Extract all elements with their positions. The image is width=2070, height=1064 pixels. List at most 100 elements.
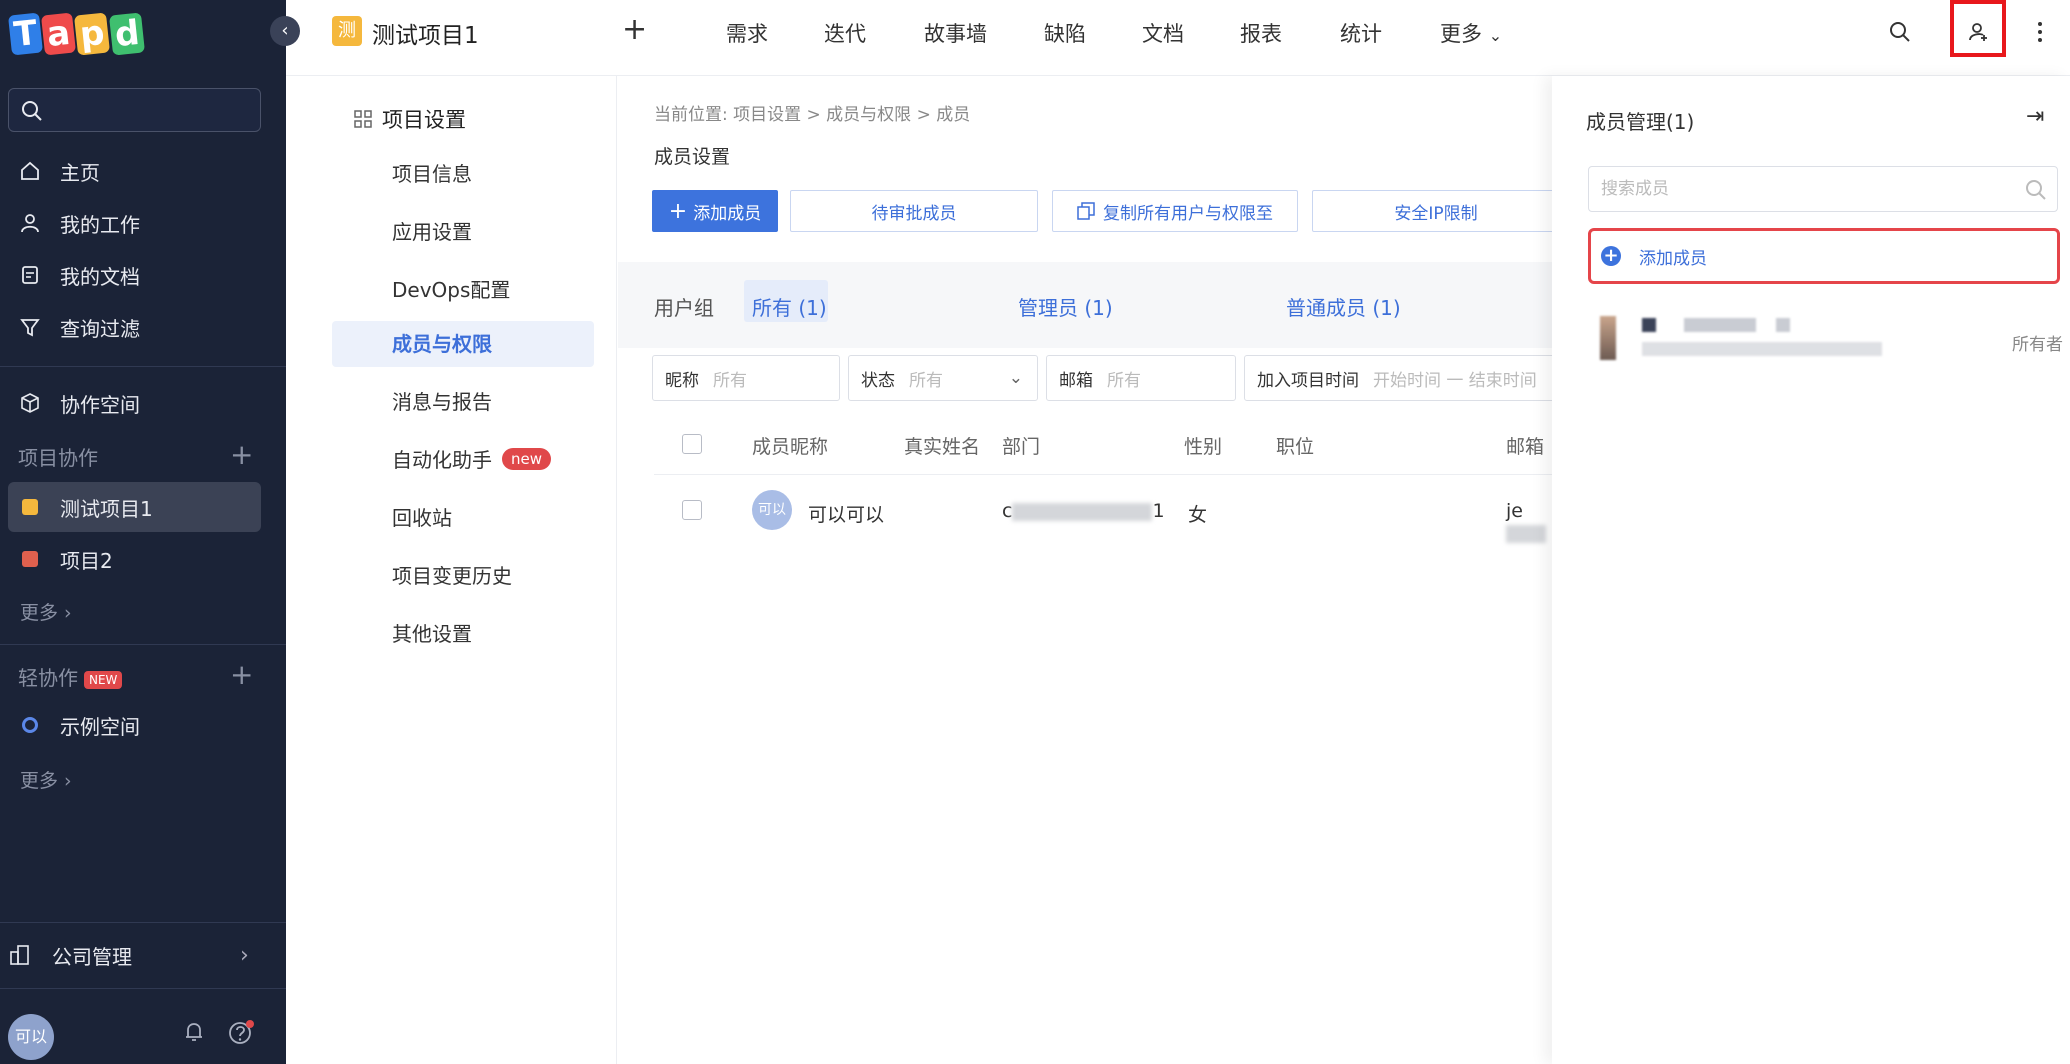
company-management[interactable]: 公司管理 › [0, 930, 286, 980]
member-department: c1 [1002, 500, 1165, 522]
column-gender[interactable]: 性别 [1184, 432, 1222, 459]
tab-all[interactable]: 所有 (1) [752, 292, 827, 321]
tapd-logo[interactable]: T a p d [7, 10, 145, 58]
top-bar: 测 测试项目1 + 需求 迭代 故事墙 缺陷 文档 报表 统计 更多 ⌄ [286, 0, 2070, 76]
menu-item-project-info[interactable]: 项目信息 [332, 151, 594, 197]
pending-members-button[interactable]: 待审批成员 [790, 190, 1038, 232]
tab-normal-members[interactable]: 普通成员 (1) [1286, 292, 1401, 321]
logo-letter-p: p [74, 12, 111, 56]
search-icon[interactable] [1886, 18, 1914, 46]
copy-icon [1077, 202, 1095, 220]
tab-admin[interactable]: 管理员 (1) [1018, 292, 1113, 321]
menu-item-devops[interactable]: DevOps配置 [332, 267, 594, 313]
chevron-down-icon: ⌄ [1008, 368, 1023, 388]
sidebar-search-input[interactable] [8, 88, 261, 132]
sidebar-item-my-docs[interactable]: 我的文档 [0, 250, 286, 300]
user-group-label: 用户组 [654, 296, 714, 320]
sidebar-item-label: 查询过滤 [60, 316, 140, 341]
ip-limit-button[interactable]: 安全IP限制 [1312, 190, 1552, 232]
chevron-down-icon: ⌄ [1488, 26, 1503, 45]
search-icon [22, 101, 42, 121]
column-email[interactable]: 邮箱 [1506, 432, 1544, 459]
add-member-button[interactable]: + 添加成员 [652, 190, 778, 232]
projects-more-link[interactable]: 更多 › [20, 598, 72, 625]
member-nickname: 可以可以 [808, 504, 885, 526]
nickname-filter[interactable]: 昵称 所有 [652, 355, 840, 401]
blurred-name [1642, 318, 1656, 332]
row-checkbox[interactable] [682, 500, 702, 520]
collapse-right-icon[interactable]: ⇥ [2026, 104, 2044, 129]
nav-docs[interactable]: 文档 [1142, 18, 1184, 48]
member-role-select[interactable]: 所有者 ⌄ [2012, 330, 2070, 355]
light-more-link[interactable]: 更多 › [20, 766, 72, 793]
menu-item-recycle-bin[interactable]: 回收站 [332, 495, 594, 541]
menu-item-messages-reports[interactable]: 消息与报告 [332, 379, 594, 425]
sidebar-divider [0, 644, 286, 645]
status-filter[interactable]: 状态 所有 ⌄ [848, 355, 1038, 401]
breadcrumb: 当前位置: 项目设置 > 成员与权限 > 成员 [654, 105, 971, 125]
copy-permissions-button[interactable]: 复制所有用户与权限至 [1052, 190, 1298, 232]
nav-story-wall[interactable]: 故事墙 [924, 18, 987, 48]
sidebar-item-label: 协作空间 [60, 392, 140, 417]
nav-iterations[interactable]: 迭代 [824, 18, 866, 48]
menu-item-other-settings[interactable]: 其他设置 [332, 611, 594, 657]
sidebar-project-test1[interactable]: 测试项目1 [0, 482, 286, 532]
projects-section-title: 项目协作 [18, 446, 98, 470]
sidebar-item-label: 我的文档 [60, 264, 140, 289]
help-icon[interactable] [228, 1020, 254, 1050]
member-icon-highlight [1950, 0, 2006, 57]
building-icon [8, 943, 32, 967]
column-department[interactable]: 部门 [1002, 432, 1040, 459]
sidebar-item-query-filter[interactable]: 查询过滤 [0, 302, 286, 352]
blurred-name [1776, 318, 1790, 332]
menu-item-members-permissions[interactable]: 成员与权限 [332, 321, 594, 367]
add-project-icon[interactable]: + [230, 438, 253, 471]
sidebar-item-workspace[interactable]: 协作空间 [0, 378, 286, 428]
add-light-collab-icon[interactable]: + [230, 658, 253, 691]
column-nickname[interactable]: 成员昵称 [752, 432, 828, 459]
nav-defects[interactable]: 缺陷 [1044, 18, 1086, 48]
menu-item-app-settings[interactable]: 应用设置 [332, 209, 594, 255]
menu-item-automation[interactable]: 自动化助手 new [332, 437, 594, 483]
more-vertical-icon[interactable] [2026, 18, 2054, 46]
sidebar-project-2[interactable]: 项目2 [0, 534, 286, 584]
chevron-right-icon: › [240, 942, 249, 968]
bell-icon[interactable] [182, 1020, 206, 1048]
sidebar-item-sample-space[interactable]: 示例空间 [0, 700, 286, 750]
sidebar-divider [0, 366, 286, 367]
document-icon [18, 263, 42, 287]
user-avatar[interactable]: 可以 [8, 1014, 54, 1060]
logo-letter-d: d [108, 12, 145, 56]
member-management-panel: 成员管理(1) ⇥ 搜索成员 + 添加成员 所有者 ⌄ [1552, 76, 2070, 1064]
select-all-checkbox[interactable] [682, 434, 702, 454]
sidebar-item-label: 测试项目1 [60, 496, 153, 521]
new-badge: new [502, 448, 552, 470]
panel-add-member-button[interactable]: + 添加成员 [1588, 228, 2060, 284]
member-list-item[interactable]: 所有者 ⌄ [1600, 312, 2070, 372]
sidebar-item-home[interactable]: 主页 [0, 146, 286, 196]
member-search-input[interactable]: 搜索成员 [1588, 166, 2058, 212]
plus-circle-icon: + [1601, 246, 1621, 266]
nav-reports[interactable]: 报表 [1240, 18, 1282, 48]
email-filter[interactable]: 邮箱 所有 [1046, 355, 1236, 401]
join-time-filter[interactable]: 加入项目时间 开始时间 一 结束时间 [1244, 355, 1552, 401]
column-position[interactable]: 职位 [1276, 432, 1314, 459]
sidebar-item-my-work[interactable]: 我的工作 [0, 198, 286, 248]
logo-letter-t: T [7, 12, 44, 56]
member-email: je [1506, 500, 1552, 544]
filter-icon [18, 315, 42, 339]
quick-create-button[interactable]: + [622, 12, 647, 47]
cube-icon [18, 391, 42, 415]
nav-requirements[interactable]: 需求 [726, 18, 768, 48]
project-title[interactable]: 测试项目1 [372, 16, 479, 50]
nav-statistics[interactable]: 统计 [1340, 18, 1382, 48]
grid-icon [354, 110, 372, 128]
sidebar-item-label: 示例空间 [60, 714, 140, 739]
menu-item-change-history[interactable]: 项目变更历史 [332, 553, 594, 599]
sidebar-collapse-button[interactable]: ‹ [270, 16, 300, 46]
nav-more[interactable]: 更多 ⌄ [1440, 18, 1502, 48]
user-group-tabs: 用户组 所有 (1) 管理员 (1) 普通成员 (1) [618, 262, 1552, 348]
sidebar-item-label: 项目2 [60, 548, 113, 573]
sidebar-divider [0, 922, 286, 923]
column-real-name[interactable]: 真实姓名 [904, 432, 980, 459]
